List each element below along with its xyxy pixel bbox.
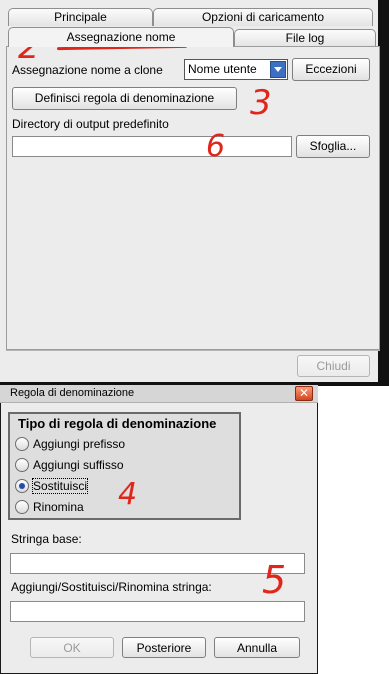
close-icon[interactable]: ✕ bbox=[295, 386, 313, 401]
rule-type-title: Tipo di regola di denominazione bbox=[18, 416, 217, 431]
annotation-number: 6 bbox=[206, 129, 226, 164]
chevron-down-icon[interactable] bbox=[270, 61, 286, 78]
ok-button[interactable]: OK bbox=[30, 637, 114, 658]
modify-string-label: Aggiungi/Sostituisci/Rinomina stringa: bbox=[11, 580, 212, 594]
annotation-number: 4 bbox=[118, 477, 138, 512]
base-string-label: Stringa base: bbox=[11, 532, 82, 546]
dialog-title: Regola di denominazione bbox=[10, 387, 135, 399]
radio-rename[interactable] bbox=[15, 500, 29, 514]
output-directory-label: Directory di output predefinito bbox=[12, 117, 169, 131]
tab-label: Principale bbox=[54, 10, 107, 24]
radio-add-prefix-label[interactable]: Aggiungi prefisso bbox=[33, 437, 125, 451]
clone-naming-value: Nome utente bbox=[188, 62, 257, 76]
tab-assegnazione-nome[interactable]: Assegnazione nome bbox=[8, 27, 234, 47]
cancel-button[interactable]: Annulla bbox=[214, 637, 300, 658]
footer-divider bbox=[6, 350, 380, 351]
radio-rename-label[interactable]: Rinomina bbox=[33, 500, 84, 514]
tab-principale[interactable]: Principale bbox=[8, 8, 153, 26]
radio-add-prefix[interactable] bbox=[15, 437, 29, 451]
radio-add-suffix-label[interactable]: Aggiungi suffisso bbox=[33, 458, 124, 472]
base-string-input[interactable] bbox=[10, 553, 305, 574]
radio-replace[interactable] bbox=[15, 479, 29, 493]
tab-label: File log bbox=[285, 31, 325, 45]
close-button[interactable]: Chiudi bbox=[297, 355, 370, 377]
tab-file-log[interactable]: File log bbox=[234, 29, 376, 47]
back-button[interactable]: Posteriore bbox=[122, 637, 206, 658]
modify-string-input[interactable] bbox=[10, 601, 305, 622]
annotation-number: 5 bbox=[262, 558, 287, 602]
clone-naming-select[interactable]: Nome utente bbox=[184, 59, 288, 80]
exceptions-button[interactable]: Eccezioni bbox=[292, 58, 370, 81]
tab-opzioni-caricamento[interactable]: Opzioni di caricamento bbox=[153, 8, 373, 26]
define-naming-rule-button[interactable]: Definisci regola di denominazione bbox=[12, 87, 237, 110]
browse-button[interactable]: Sfoglia... bbox=[296, 135, 370, 158]
tab-label: Assegnazione nome bbox=[66, 30, 176, 44]
radio-replace-label[interactable]: Sostituisci bbox=[31, 478, 89, 494]
annotation-number: 3 bbox=[250, 83, 272, 123]
tab-label: Opzioni di caricamento bbox=[201, 10, 325, 24]
radio-add-suffix[interactable] bbox=[15, 458, 29, 472]
output-directory-input[interactable] bbox=[12, 136, 292, 157]
